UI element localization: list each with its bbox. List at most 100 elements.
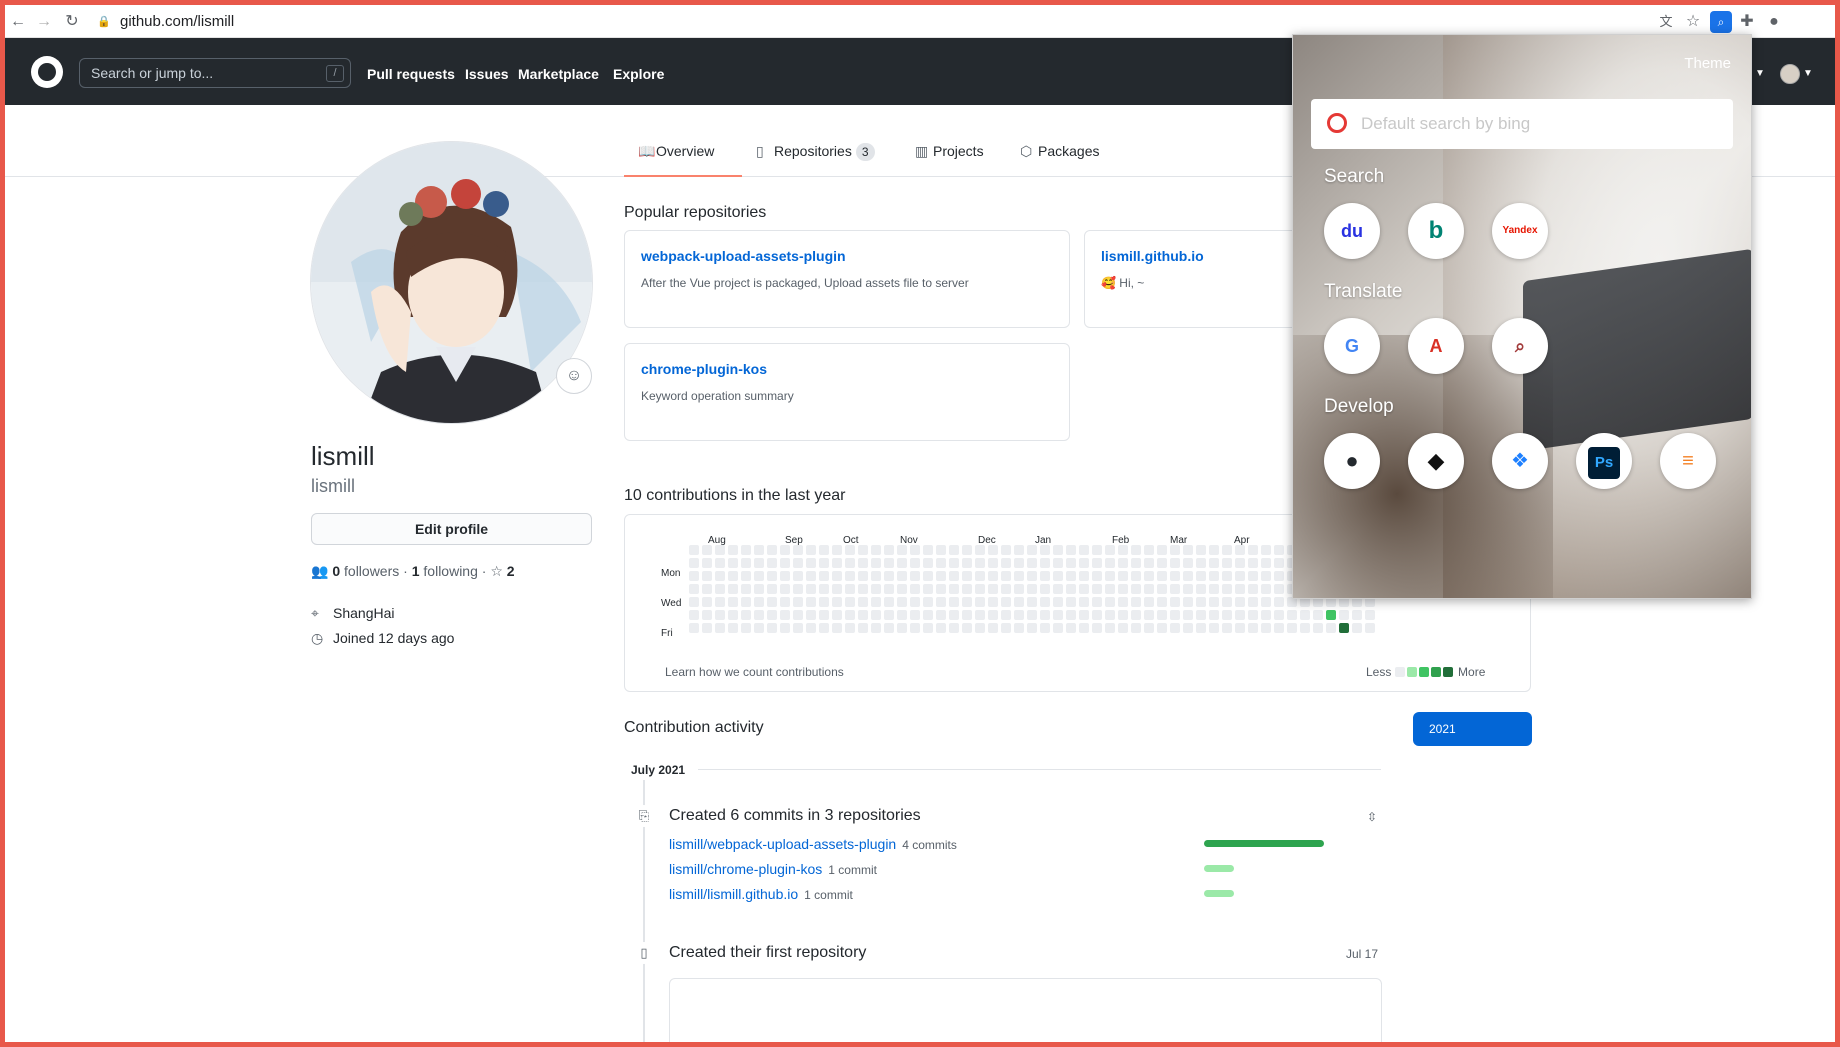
contribution-day[interactable]: [1157, 558, 1167, 568]
contribution-day[interactable]: [819, 545, 829, 555]
contribution-day[interactable]: [1261, 571, 1271, 581]
contribution-day[interactable]: [1235, 623, 1245, 633]
contribution-day[interactable]: [923, 571, 933, 581]
contribution-day[interactable]: [949, 597, 959, 607]
contribution-day[interactable]: [715, 597, 725, 607]
contribution-day[interactable]: [1196, 571, 1206, 581]
contribution-day[interactable]: [806, 610, 816, 620]
puzzle-icon[interactable]: ✚: [1736, 11, 1758, 33]
contribution-day[interactable]: [1196, 558, 1206, 568]
contribution-day[interactable]: [1235, 558, 1245, 568]
contribution-day[interactable]: [1105, 597, 1115, 607]
contribution-day[interactable]: [728, 623, 738, 633]
contribution-day[interactable]: [949, 610, 959, 620]
contribution-day[interactable]: [689, 571, 699, 581]
forward-icon[interactable]: →: [33, 11, 55, 33]
contribution-day[interactable]: [689, 623, 699, 633]
contribution-day[interactable]: [897, 597, 907, 607]
contribution-day[interactable]: [975, 584, 985, 594]
contribution-day[interactable]: [962, 597, 972, 607]
contribution-day[interactable]: [1092, 545, 1102, 555]
contribution-day[interactable]: [754, 545, 764, 555]
contribution-day[interactable]: [975, 545, 985, 555]
contribution-day[interactable]: [845, 610, 855, 620]
contribution-day[interactable]: [897, 623, 907, 633]
contribution-day[interactable]: [793, 597, 803, 607]
contribution-day[interactable]: [819, 610, 829, 620]
contribution-day[interactable]: [975, 597, 985, 607]
contribution-day[interactable]: [832, 623, 842, 633]
address-bar[interactable]: github.com/lismill: [120, 9, 234, 35]
contribution-day[interactable]: [1014, 558, 1024, 568]
tab-packages[interactable]: ⬡ Packages: [1020, 143, 1099, 177]
contribution-day[interactable]: [1222, 558, 1232, 568]
yandex-icon[interactable]: Yandex: [1492, 203, 1548, 259]
contribution-day[interactable]: [1183, 545, 1193, 555]
contribution-day[interactable]: [780, 571, 790, 581]
contribution-day[interactable]: [1014, 545, 1024, 555]
contribution-day[interactable]: [1040, 545, 1050, 555]
contribution-day[interactable]: [1014, 610, 1024, 620]
contribution-day[interactable]: [728, 610, 738, 620]
contribution-day[interactable]: [1040, 597, 1050, 607]
contribution-day[interactable]: [1248, 597, 1258, 607]
contribution-day[interactable]: [1170, 623, 1180, 633]
contribution-day[interactable]: [1105, 610, 1115, 620]
contribution-day[interactable]: [1118, 623, 1128, 633]
contribution-day[interactable]: [1248, 623, 1258, 633]
contribution-day[interactable]: [702, 597, 712, 607]
contribution-day[interactable]: [858, 623, 868, 633]
contribution-day[interactable]: [1131, 597, 1141, 607]
contribution-day[interactable]: [897, 571, 907, 581]
contribution-day[interactable]: [871, 571, 881, 581]
contribution-day[interactable]: [1157, 610, 1167, 620]
contribution-day[interactable]: [936, 610, 946, 620]
contribution-day[interactable]: [1209, 584, 1219, 594]
contribution-day[interactable]: [1001, 597, 1011, 607]
google-translate-icon[interactable]: G: [1324, 318, 1380, 374]
contribution-day[interactable]: [1222, 597, 1232, 607]
contribution-day[interactable]: [1131, 545, 1141, 555]
contribution-day[interactable]: [936, 558, 946, 568]
contribution-day[interactable]: [1131, 558, 1141, 568]
lookup-icon[interactable]: ⌕: [1492, 318, 1548, 374]
contribution-day[interactable]: [806, 584, 816, 594]
contribution-day[interactable]: [923, 610, 933, 620]
contribution-day[interactable]: [1248, 571, 1258, 581]
contribution-day[interactable]: [1261, 623, 1271, 633]
contribution-day[interactable]: [923, 623, 933, 633]
contribution-day[interactable]: [793, 558, 803, 568]
contribution-day[interactable]: [1118, 584, 1128, 594]
contribution-day[interactable]: [897, 558, 907, 568]
contribution-day[interactable]: [806, 558, 816, 568]
contribution-day[interactable]: [1261, 610, 1271, 620]
contribution-day[interactable]: [1170, 584, 1180, 594]
contribution-day[interactable]: [1027, 610, 1037, 620]
contribution-day[interactable]: [1118, 558, 1128, 568]
contribution-day[interactable]: [1079, 597, 1089, 607]
contribution-day[interactable]: [793, 584, 803, 594]
contribution-day[interactable]: [728, 597, 738, 607]
contribution-day[interactable]: [1274, 597, 1284, 607]
contribution-day[interactable]: [1118, 571, 1128, 581]
contribution-day[interactable]: [1014, 584, 1024, 594]
photoshop-icon[interactable]: Ps: [1576, 433, 1632, 489]
contribution-day[interactable]: [767, 623, 777, 633]
contribution-day[interactable]: [1196, 597, 1206, 607]
theme-button[interactable]: Theme: [1684, 55, 1731, 72]
contribution-day[interactable]: [1014, 597, 1024, 607]
contribution-day[interactable]: [1300, 610, 1310, 620]
contribution-day[interactable]: [923, 558, 933, 568]
contribution-day[interactable]: [1235, 610, 1245, 620]
contribution-day[interactable]: [884, 558, 894, 568]
juejin-icon[interactable]: ❖: [1492, 433, 1548, 489]
contribution-day[interactable]: [689, 610, 699, 620]
contribution-day[interactable]: [1261, 597, 1271, 607]
contribution-day[interactable]: [910, 584, 920, 594]
contribution-day[interactable]: [1352, 623, 1362, 633]
contribution-day[interactable]: [1053, 545, 1063, 555]
contribution-day[interactable]: [910, 571, 920, 581]
github-icon[interactable]: ●: [1324, 433, 1380, 489]
contribution-day[interactable]: [1053, 584, 1063, 594]
contribution-day[interactable]: [780, 623, 790, 633]
